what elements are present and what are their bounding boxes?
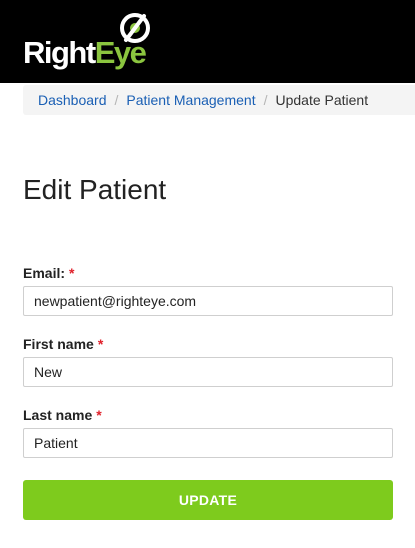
last-name-label: Last name * [23,407,102,423]
required-indicator: * [69,265,75,281]
logo-wordmark-right: Right [23,35,96,70]
first-name-label: First name * [23,336,103,352]
logo-wordmark: RightEye [23,35,147,70]
required-indicator: * [96,407,102,423]
breadcrumb-separator: / [263,92,268,108]
breadcrumb: Dashboard / Patient Management / Update … [23,85,415,115]
breadcrumb-patient-management-link[interactable]: Patient Management [126,92,255,108]
first-name-label-text: First name [23,336,94,352]
righteye-logo[interactable]: RightEye [23,13,163,74]
required-indicator: * [97,336,104,352]
top-header: RightEye [0,0,415,83]
breadcrumb-dashboard-link[interactable]: Dashboard [38,92,107,108]
breadcrumb-current: Update Patient [275,92,369,108]
last-name-field[interactable] [23,428,393,458]
email-label-text: Email: [23,265,66,281]
page-title: Edit Patient [23,174,167,205]
first-name-field[interactable] [23,357,393,387]
logo-wordmark-eye: Eye [94,35,147,70]
breadcrumb-separator: / [114,92,119,108]
email-field[interactable] [23,286,393,316]
update-button[interactable]: UPDATE [23,480,393,520]
last-name-label-text: Last name [23,407,93,423]
email-label: Email: * [23,265,74,281]
